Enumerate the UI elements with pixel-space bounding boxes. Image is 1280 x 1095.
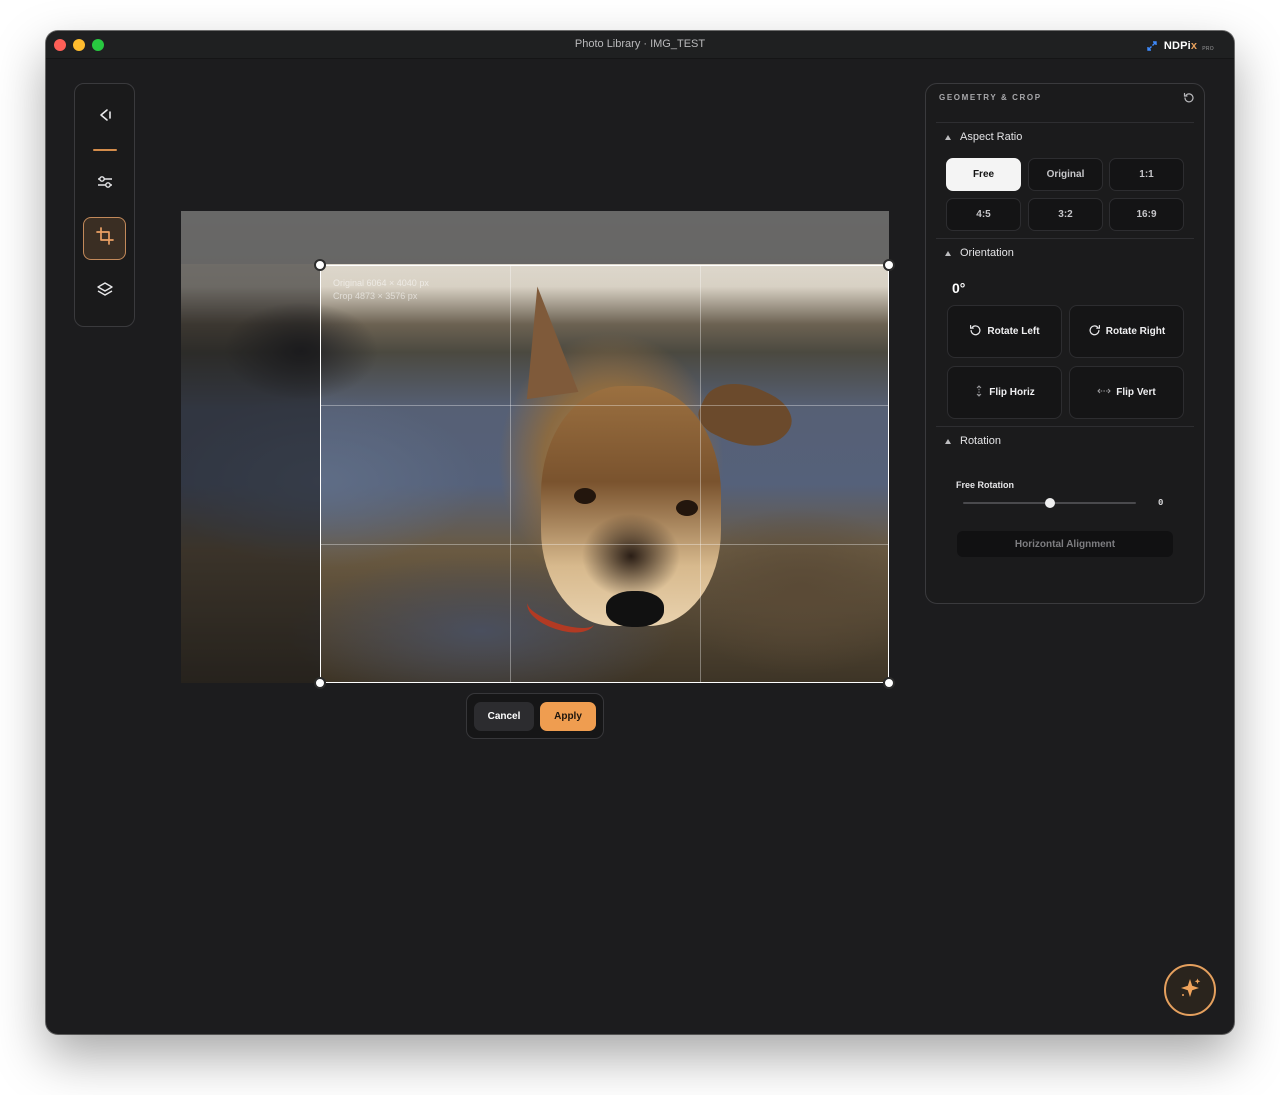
crop-icon	[95, 227, 114, 250]
crop-dimensions: Original 6064 × 4040 px Crop 4873 × 3576…	[333, 277, 429, 303]
sliders-icon	[96, 173, 114, 196]
crop-handle-top-left[interactable]	[314, 259, 326, 271]
rotate-right-button[interactable]: Rotate Right	[1069, 305, 1184, 358]
crop-handle-top-right[interactable]	[883, 259, 895, 271]
rotate-left-icon	[969, 324, 982, 340]
ratio-4-5-button[interactable]: 4:5	[946, 198, 1021, 231]
rotate-left-button[interactable]: Rotate Left	[947, 305, 1062, 358]
sparkle-icon	[1177, 975, 1203, 1006]
ai-assist-button[interactable]	[1164, 964, 1216, 1016]
tool-rail	[74, 83, 135, 327]
title-bar: Photo Library · IMG_TEST NDPix PRO	[46, 31, 1234, 59]
free-rotation-label: Free Rotation	[956, 480, 1015, 490]
divider	[936, 122, 1194, 123]
flip-horizontal-label: Flip Horiz	[989, 387, 1035, 398]
crop-grid-line	[510, 266, 511, 682]
rail-divider	[93, 149, 117, 151]
divider	[936, 426, 1194, 427]
original-size-label: Original 6064 × 4040 px	[333, 278, 429, 288]
flip-horizontal-icon	[974, 385, 984, 400]
rotate-right-label: Rotate Right	[1105, 326, 1166, 337]
crop-grid-line	[321, 544, 888, 545]
adjustments-button[interactable]	[83, 163, 126, 206]
collapse-icon	[945, 134, 951, 140]
arrow-left-icon	[97, 107, 113, 128]
horizontal-alignment-button[interactable]: Horizontal Alignment	[957, 531, 1173, 557]
crop-size-label: Crop 4873 × 3576 px	[333, 291, 418, 301]
ratio-1-1-button[interactable]: 1:1	[1109, 158, 1184, 191]
geometry-crop-panel: GEOMETRY & CROP Aspect Ratio Free Origin…	[925, 83, 1205, 604]
crop-handle-bottom-right[interactable]	[883, 677, 895, 689]
crop-action-bar: Cancel Apply	[466, 693, 604, 739]
orientation-degrees: 0°	[952, 280, 966, 296]
free-rotation-value: 0	[1158, 498, 1164, 508]
flip-horizontal-button[interactable]: Flip Horiz	[947, 366, 1062, 419]
free-rotation-thumb[interactable]	[1044, 498, 1055, 508]
crop-tool-button[interactable]	[83, 217, 126, 260]
apply-button[interactable]: Apply	[540, 702, 596, 731]
rotation-title: Rotation	[960, 435, 1001, 447]
panel-title: GEOMETRY & CROP	[939, 93, 1042, 102]
crop-mask-top	[181, 211, 889, 264]
crop-grid-line	[700, 266, 701, 682]
crop-mask-left	[181, 264, 320, 683]
cancel-button[interactable]: Cancel	[474, 702, 534, 731]
rotation-header[interactable]: Rotation	[945, 435, 1001, 447]
back-button[interactable]	[83, 96, 126, 139]
app-window: Photo Library · IMG_TEST NDPix PRO Origi…	[46, 31, 1234, 1034]
ratio-original-button[interactable]: Original	[1028, 158, 1103, 191]
aspect-ratio-header[interactable]: Aspect Ratio	[945, 131, 1022, 143]
expand-icon[interactable]	[1145, 39, 1159, 53]
brand: NDPix PRO	[1145, 39, 1214, 53]
reset-icon[interactable]	[1183, 91, 1195, 103]
flip-vertical-label: Flip Vert	[1116, 387, 1156, 398]
window-title: Photo Library · IMG_TEST	[574, 38, 706, 50]
crop-frame[interactable]: Original 6064 × 4040 px Crop 4873 × 3576…	[314, 259, 895, 689]
layers-button[interactable]	[83, 271, 126, 314]
flip-vertical-button[interactable]: Flip Vert	[1069, 366, 1184, 419]
brand-name: NDPix	[1163, 40, 1198, 52]
ratio-3-2-button[interactable]: 3:2	[1028, 198, 1103, 231]
divider	[936, 238, 1194, 239]
crop-grid-line	[321, 405, 888, 406]
rotate-left-label: Rotate Left	[987, 326, 1040, 337]
ratio-free-button[interactable]: Free	[946, 158, 1021, 191]
collapse-icon	[945, 438, 951, 444]
collapse-icon	[945, 250, 951, 256]
crop-handle-bottom-left[interactable]	[314, 677, 326, 689]
orientation-header[interactable]: Orientation	[945, 247, 1014, 259]
pro-badge: PRO	[1202, 45, 1214, 52]
layers-icon	[96, 281, 114, 304]
ratio-16-9-button[interactable]: 16:9	[1109, 198, 1184, 231]
rotate-right-icon	[1088, 324, 1101, 340]
orientation-title: Orientation	[960, 247, 1014, 259]
aspect-ratio-title: Aspect Ratio	[960, 131, 1023, 143]
flip-vertical-icon	[1097, 387, 1111, 398]
